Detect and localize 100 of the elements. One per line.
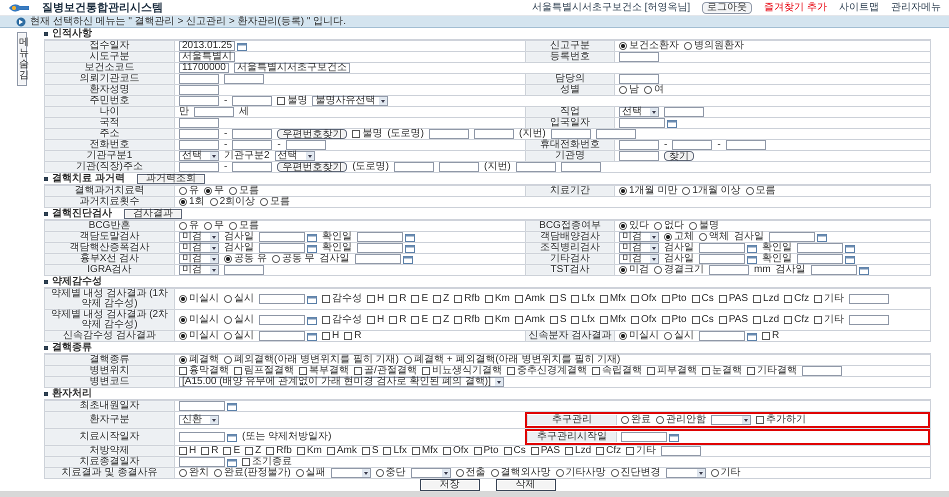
radio-option[interactable]: 미실시 [179, 294, 219, 304]
radio-option[interactable]: 미실시 [179, 331, 219, 341]
checkbox-option[interactable]: PAS [718, 315, 748, 325]
checkbox-option[interactable]: 피부결핵 [646, 366, 697, 376]
checkbox-option[interactable]: Mfx [412, 446, 438, 456]
input-field[interactable] [232, 96, 272, 106]
checkbox-option[interactable]: Mfx [600, 315, 626, 325]
select-field[interactable]: 선택 [179, 151, 219, 161]
checkbox-option[interactable]: 중추신경계결핵 [506, 366, 587, 376]
checkbox-option[interactable]: 비뇨생식기결핵 [422, 366, 502, 376]
radio-option[interactable]: 관리안함 [656, 415, 706, 425]
checkbox-option[interactable]: H [322, 331, 340, 341]
radio-option[interactable]: 여 [644, 85, 664, 95]
input-field[interactable] [802, 366, 842, 376]
input-field[interactable] [179, 140, 219, 150]
select-field[interactable]: 신환 [179, 415, 219, 425]
select-field[interactable]: [A15.00 (배양 유무에 관계없이 가래 현미경 검사로 확인된 폐의 결핵)] [179, 377, 504, 387]
input-field[interactable] [429, 129, 470, 139]
radio-option[interactable]: 공동 무 [272, 254, 315, 264]
date-field[interactable] [699, 254, 745, 264]
checkbox-option[interactable]: Pto [662, 294, 687, 304]
checkbox-option[interactable]: R [344, 331, 362, 341]
checkbox-option[interactable]: 불명 [352, 129, 382, 139]
radio-option[interactable]: 2회이상 [210, 197, 256, 207]
date-field[interactable] [621, 432, 667, 442]
input-field[interactable] [179, 96, 219, 106]
date-field[interactable] [179, 401, 225, 411]
input-field[interactable] [672, 140, 712, 150]
header-link[interactable]: 즐겨찾기 추가 [764, 2, 827, 12]
checkbox-option[interactable]: Z [433, 294, 450, 304]
select-field[interactable]: 미검 [619, 254, 659, 264]
radio-option[interactable]: 병의원환자 [684, 41, 744, 51]
radio-option[interactable]: 공동 유 [224, 254, 267, 264]
checkbox-option[interactable]: Km [296, 446, 322, 456]
radio-option[interactable]: 결핵외사망 [490, 468, 551, 478]
checkbox-option[interactable]: Z [245, 446, 262, 456]
checkbox-option[interactable]: 기타 [626, 446, 656, 456]
checkbox-option[interactable]: R [201, 446, 218, 456]
input-field[interactable]: 11700000 [179, 63, 229, 73]
checkbox-option[interactable]: Mfx [600, 294, 626, 304]
checkbox-option[interactable]: Amk [514, 294, 545, 304]
checkbox-option[interactable]: 기타결핵 [746, 366, 797, 376]
checkbox-option[interactable]: Ofx [630, 315, 656, 325]
input-field[interactable] [619, 74, 659, 84]
select-field[interactable]: 선택 [274, 151, 315, 161]
input-field[interactable] [596, 129, 636, 139]
input-field[interactable] [179, 118, 219, 128]
radio-option[interactable]: 실시 [224, 331, 254, 341]
radio-option[interactable]: 유 [179, 186, 199, 196]
input-field[interactable] [179, 85, 219, 95]
input-field[interactable] [394, 162, 434, 172]
input-field[interactable] [232, 140, 272, 150]
checkbox-option[interactable]: 감수성 [322, 294, 362, 304]
checkbox-option[interactable]: 속립결핵 [592, 366, 642, 376]
input-field[interactable] [179, 129, 219, 139]
checkbox-option[interactable]: Cfz [784, 315, 810, 325]
input-field[interactable] [619, 151, 659, 161]
radio-option[interactable]: 불명 [689, 221, 719, 231]
input-field[interactable] [619, 140, 659, 150]
checkbox-option[interactable]: 추가하기 [756, 415, 806, 425]
checkbox-option[interactable]: Amk [326, 446, 357, 456]
date-field[interactable] [810, 265, 857, 275]
checkbox-option[interactable]: Cfz [596, 446, 622, 456]
date-field[interactable] [179, 432, 225, 442]
select-field[interactable]: 미검 [179, 243, 219, 253]
date-field[interactable] [357, 232, 403, 242]
select-field[interactable]: 미검 [179, 232, 219, 242]
radio-option[interactable]: 폐외결핵(아래 병변위치를 필히 기재) [224, 355, 399, 365]
checkbox-option[interactable]: H [367, 315, 384, 325]
radio-option[interactable]: 유 [179, 221, 199, 231]
select-field[interactable] [330, 468, 371, 478]
radio-option[interactable]: 무 [204, 186, 224, 196]
radio-option[interactable]: 없다 [654, 221, 684, 231]
checkbox-option[interactable]: Pto [662, 315, 687, 325]
action-button[interactable]: 저장 [420, 479, 480, 491]
checkbox-option[interactable]: R [389, 315, 406, 325]
date-field[interactable] [179, 457, 225, 467]
checkbox-option[interactable]: S [362, 446, 378, 456]
select-field[interactable]: 미검 [619, 243, 659, 253]
radio-option[interactable]: 1개월 이상 [682, 186, 741, 196]
checkbox-option[interactable]: Km [484, 294, 510, 304]
checkbox-option[interactable]: 불명 [277, 96, 308, 106]
date-field[interactable] [354, 254, 401, 264]
radio-option[interactable]: 모름 [746, 186, 776, 196]
checkbox-option[interactable]: PAS [530, 446, 560, 456]
checkbox-option[interactable]: Lfx [571, 315, 595, 325]
radio-option[interactable]: 남 [619, 85, 639, 95]
input-field[interactable] [179, 162, 219, 172]
select-field[interactable]: 미검 [179, 254, 219, 264]
select-field[interactable]: 불명사유선택 [312, 96, 388, 106]
date-field[interactable] [259, 232, 305, 242]
input-field[interactable] [709, 265, 749, 275]
radio-option[interactable]: 실시 [664, 331, 694, 341]
checkbox-option[interactable]: 기타 [814, 315, 844, 325]
checkbox-option[interactable]: H [367, 294, 384, 304]
checkbox-option[interactable]: Rfb [454, 315, 480, 325]
checkbox-option[interactable]: Lzd [753, 315, 780, 325]
input-field[interactable] [849, 294, 890, 304]
radio-option[interactable]: 완료 [621, 415, 651, 425]
checkbox-option[interactable]: Lfx [571, 294, 595, 304]
